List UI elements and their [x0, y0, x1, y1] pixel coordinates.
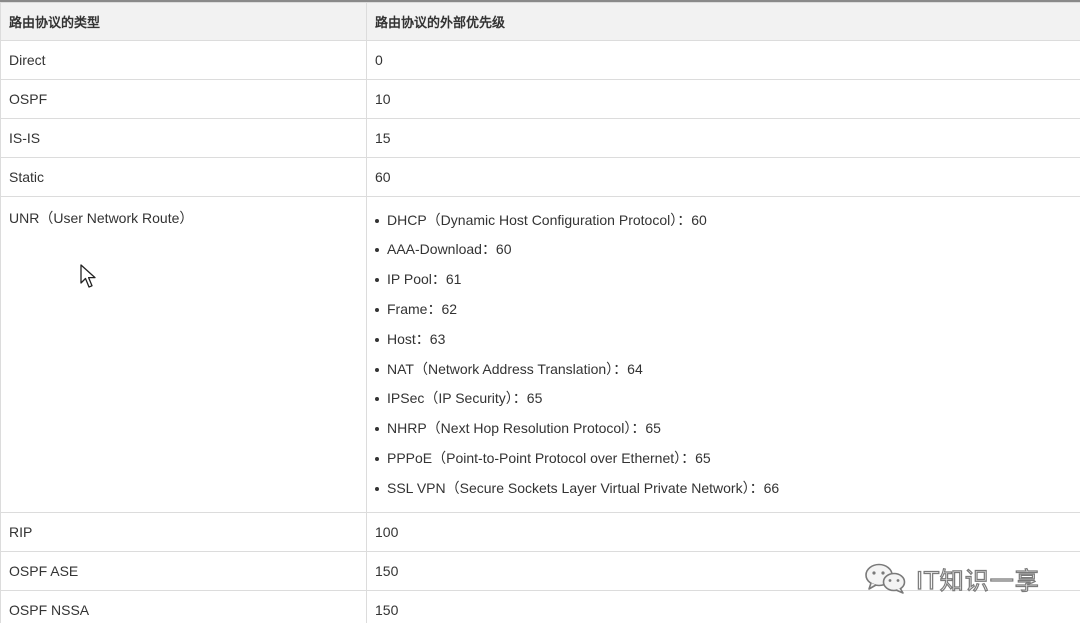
wechat-icon: [865, 563, 906, 594]
list-item: SSL VPN（Secure Sockets Layer Virtual Pri…: [375, 474, 1080, 504]
list-item: IP Pool：61: [375, 265, 1080, 295]
table-row-unr: UNR（User Network Route） DHCP（Dynamic Hos…: [0, 196, 1080, 513]
list-item: NHRP（Next Hop Resolution Protocol）：65: [375, 414, 1080, 444]
page: 路由协议的类型 路由协议的外部优先级 Direct 0 OSPF 10 IS-I…: [0, 0, 1080, 623]
protocol-type-cell: UNR（User Network Route）: [0, 196, 367, 513]
header-external-priority: 路由协议的外部优先级: [366, 2, 1080, 41]
priority-cell: 0: [366, 40, 1080, 80]
list-item: Host：63: [375, 325, 1080, 355]
protocol-type-cell: Static: [0, 157, 367, 197]
table-row: IS-IS 15: [0, 118, 1080, 158]
priority-cell: 100: [366, 512, 1080, 552]
unr-priority-cell: DHCP（Dynamic Host Configuration Protocol…: [366, 196, 1080, 513]
watermark: IT知识一享: [862, 560, 1040, 596]
priority-cell: 15: [366, 118, 1080, 158]
list-item: Frame：62: [375, 295, 1080, 325]
unr-priority-list: DHCP（Dynamic Host Configuration Protocol…: [375, 206, 1080, 504]
table-row: Direct 0: [0, 40, 1080, 80]
mouse-pointer-icon: [80, 264, 96, 288]
list-item: IPSec（IP Security）：65: [375, 384, 1080, 414]
protocol-type-cell: OSPF: [0, 79, 367, 119]
list-item: DHCP（Dynamic Host Configuration Protocol…: [375, 206, 1080, 236]
table-row: Static 60: [0, 157, 1080, 197]
protocol-type-cell: Direct: [0, 40, 367, 80]
priority-cell: 60: [366, 157, 1080, 197]
protocol-type-cell: IS-IS: [0, 118, 367, 158]
list-item: NAT（Network Address Translation）：64: [375, 355, 1080, 385]
table-row: RIP 100: [0, 512, 1080, 552]
protocol-type-cell: RIP: [0, 512, 367, 552]
priority-cell: 10: [366, 79, 1080, 119]
header-protocol-type: 路由协议的类型: [0, 2, 367, 41]
table-header-row: 路由协议的类型 路由协议的外部优先级: [0, 2, 1080, 41]
table-row: OSPF 10: [0, 79, 1080, 119]
route-priority-table: 路由协议的类型 路由协议的外部优先级 Direct 0 OSPF 10 IS-I…: [0, 2, 1080, 623]
list-item: AAA-Download：60: [375, 235, 1080, 265]
list-item: PPPoE（Point-to-Point Protocol over Ether…: [375, 444, 1080, 474]
protocol-type-cell: OSPF NSSA: [0, 590, 367, 623]
watermark-text: IT知识一享: [915, 566, 1040, 595]
protocol-type-cell: OSPF ASE: [0, 551, 367, 591]
